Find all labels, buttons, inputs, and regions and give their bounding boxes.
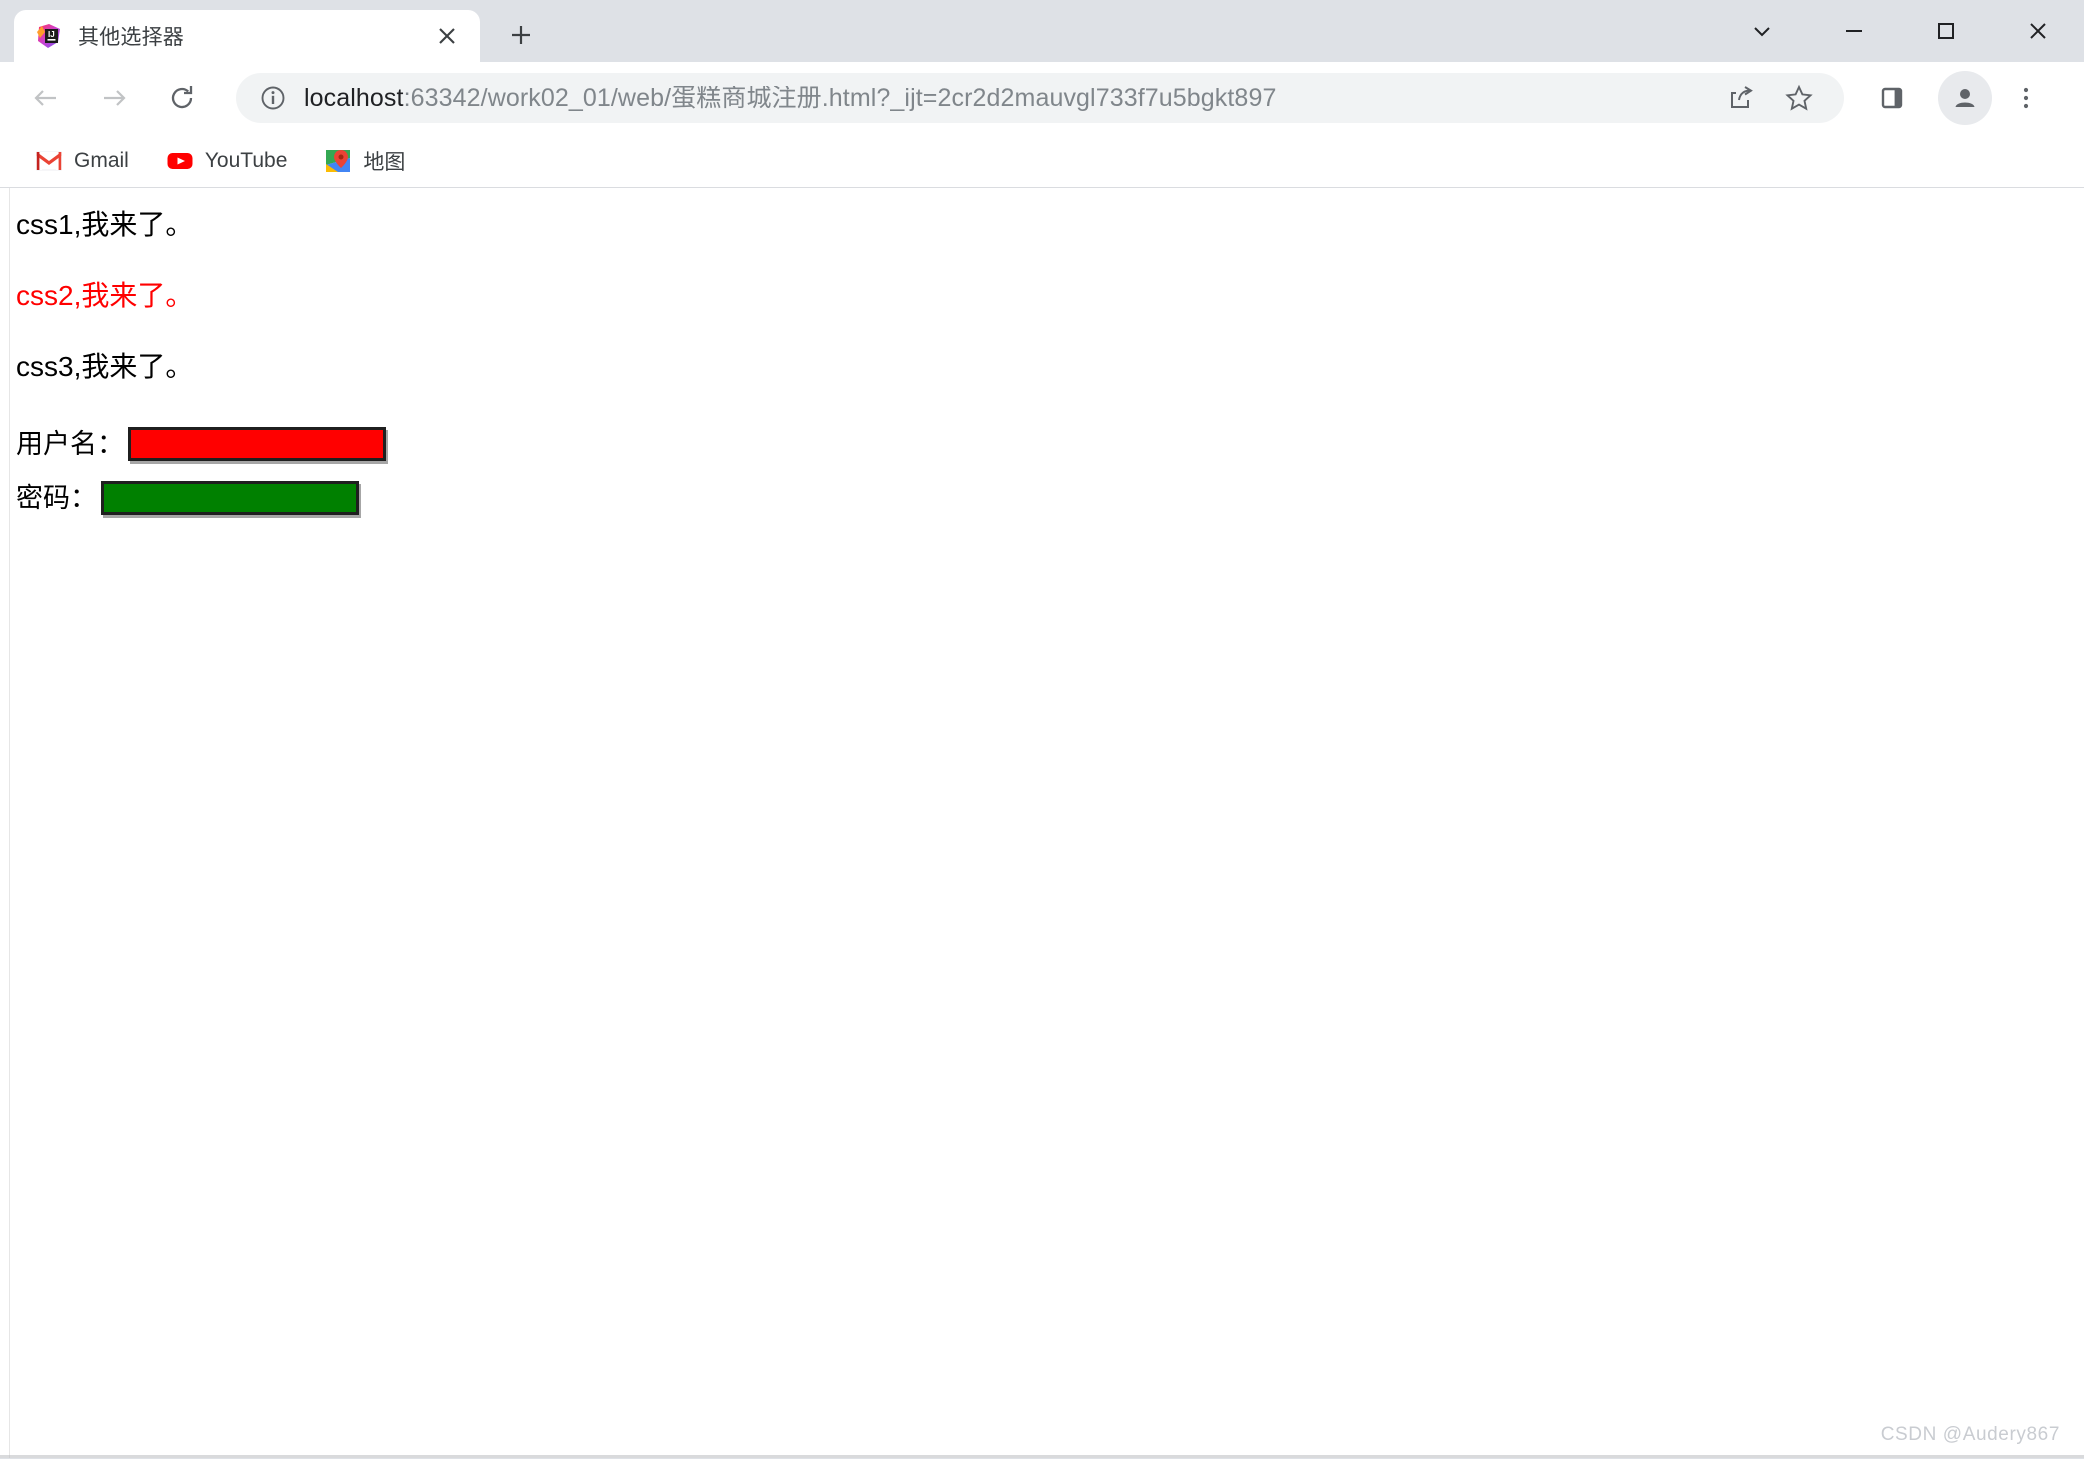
bookmark-label: 地图	[363, 150, 406, 174]
svg-text:IJ: IJ	[48, 30, 55, 39]
minimize-button[interactable]	[1808, 0, 1900, 62]
username-row: 用户名：	[16, 421, 2068, 467]
paragraph-css3: css3,我来了。	[16, 351, 194, 383]
url-host: localhost	[304, 85, 404, 111]
viewport-left-edge	[0, 188, 10, 1458]
bookmark-gmail[interactable]: Gmail	[24, 141, 141, 181]
close-window-button[interactable]	[1992, 0, 2084, 62]
url-text: localhost:63342/work02_01/web/蛋糕商城注册.htm…	[304, 86, 1276, 111]
window-controls	[1716, 0, 2084, 62]
intellij-idea-icon: IJ	[36, 23, 62, 49]
bookmark-youtube[interactable]: YouTube	[155, 141, 300, 181]
browser-tab[interactable]: IJ 其他选择器	[14, 10, 480, 62]
profile-avatar[interactable]	[1938, 71, 1992, 125]
page-viewport: css1,我来了。 css2,我来了。 css3,我来了。 用户名： 密码： C…	[0, 188, 2084, 1458]
reload-button[interactable]	[154, 70, 210, 126]
viewport-bottom-edge	[0, 1455, 2084, 1458]
password-label: 密码：	[16, 482, 97, 513]
forward-button[interactable]	[86, 70, 142, 126]
address-bar[interactable]: localhost:63342/work02_01/web/蛋糕商城注册.htm…	[236, 73, 1844, 123]
back-button[interactable]	[18, 70, 74, 126]
gmail-icon	[36, 148, 62, 174]
toolbar-right-actions	[1864, 70, 2066, 126]
omnibox-actions	[1696, 71, 1826, 125]
share-icon[interactable]	[1714, 71, 1768, 125]
maximize-button[interactable]	[1900, 0, 1992, 62]
password-input[interactable]	[101, 481, 359, 516]
username-input[interactable]	[128, 427, 386, 462]
browser-window: IJ 其他选择器 localhost:63342/work02_01/web/蛋…	[0, 0, 2084, 1459]
tab-close-icon[interactable]	[430, 19, 464, 53]
bookmark-label: Gmail	[74, 148, 129, 172]
paragraph-css2: css2,我来了。	[16, 280, 194, 312]
bookmark-label: YouTube	[204, 148, 288, 172]
bookmarks-bar: Gmail YouTube 地图	[0, 134, 2084, 188]
bookmark-star-icon[interactable]	[1772, 71, 1826, 125]
password-row: 密码：	[16, 475, 2068, 521]
tab-search-button[interactable]	[1716, 0, 1808, 62]
chrome-menu-icon[interactable]	[1998, 70, 2054, 126]
new-tab-button[interactable]	[498, 12, 544, 58]
google-maps-icon	[325, 148, 351, 174]
page-content: css1,我来了。 css2,我来了。 css3,我来了。 用户名： 密码：	[0, 188, 2084, 521]
browser-toolbar: localhost:63342/work02_01/web/蛋糕商城注册.htm…	[0, 62, 2084, 134]
tab-strip: IJ 其他选择器	[0, 0, 2084, 62]
bookmark-maps[interactable]: 地图	[313, 141, 417, 181]
site-info-icon[interactable]	[258, 83, 288, 113]
paragraph-css1: css1,我来了。	[16, 209, 194, 240]
tab-title: 其他选择器	[78, 26, 184, 49]
csdn-watermark: CSDN @Audery867	[1880, 1424, 2060, 1445]
url-path: :63342/work02_01/web/蛋糕商城注册.html?_ijt=2c…	[403, 85, 1277, 111]
side-panel-icon[interactable]	[1864, 70, 1920, 126]
username-label: 用户名：	[16, 428, 124, 459]
youtube-icon	[167, 148, 193, 174]
